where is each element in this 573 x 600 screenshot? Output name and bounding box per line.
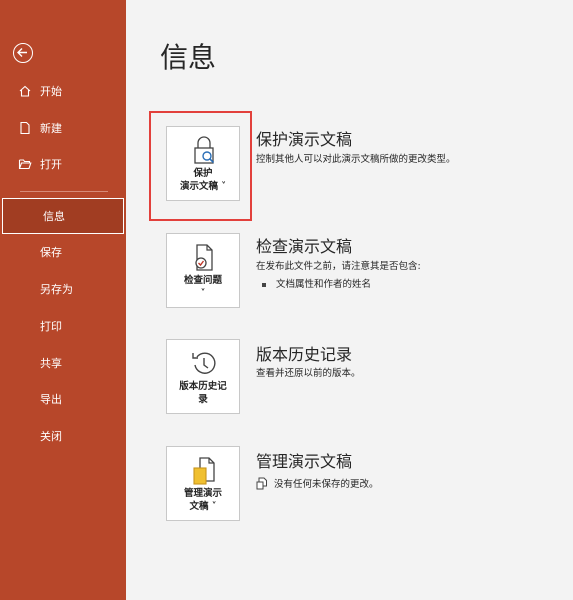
card-label-line1: 检查问题 [183, 275, 222, 286]
new-file-icon [18, 121, 32, 135]
sidebar-item-label: 保存 [40, 246, 62, 259]
manage-doc-icon [189, 455, 219, 487]
card-label-line1: 管理演示 [183, 488, 222, 499]
history-icon [189, 348, 219, 380]
sidebar-item-open[interactable]: 打开 [0, 146, 126, 182]
sidebar-item-export[interactable]: 导出 [0, 381, 126, 417]
sidebar-item-label: 另存为 [40, 283, 73, 296]
sidebar-item-share[interactable]: 共享 [0, 345, 126, 381]
bullet-dot [262, 282, 266, 287]
section-desc: 查看并还原以前的版本。 [256, 368, 361, 379]
open-folder-icon [18, 157, 32, 171]
back-arrow-icon[interactable] [13, 43, 33, 63]
section-desc: 在发布此文件之前，请注意其是否包含: [256, 261, 421, 272]
check-issues-button[interactable]: 检查问题 ˅ [166, 233, 240, 308]
card-label-line2: 文稿 ˅ [189, 501, 217, 512]
card-label-line2: ˅ [200, 288, 206, 299]
section-desc-text: 没有任何未保存的更改。 [274, 479, 379, 490]
card-label-line2: 录 [198, 394, 208, 405]
sidebar-item-label: 打开 [40, 158, 62, 171]
sidebar-item-save[interactable]: 保存 [0, 234, 126, 270]
protect-presentation-button[interactable]: 保护 演示文稿 ˅ [166, 126, 240, 201]
lock-search-icon [189, 135, 219, 167]
section-title: 检查演示文稿 [256, 237, 353, 256]
page-title: 信息 [160, 41, 217, 74]
sidebar-item-info[interactable]: 信息 [2, 198, 124, 234]
sidebar-item-new[interactable]: 新建 [0, 110, 126, 146]
version-history-button[interactable]: 版本历史记 录 [166, 339, 240, 414]
card-label-line1: 版本历史记 [179, 381, 227, 392]
bullet-text: 文档属性和作者的姓名 [276, 279, 372, 290]
sidebar-item-close[interactable]: 关闭 [0, 418, 126, 454]
sidebar-item-label: 新建 [40, 122, 62, 135]
section-desc: 控制其他人可以对此演示文稿所做的更改类型。 [256, 154, 456, 165]
sidebar-item-label: 信息 [43, 210, 65, 223]
sidebar-item-label: 打印 [40, 320, 62, 333]
sidebar-item-home[interactable]: 开始 [0, 73, 126, 109]
backstage-sidebar: 开始 新建 打开 信息 保存 另存为 打印 共享 导出 关闭 [0, 0, 126, 600]
sidebar-item-print[interactable]: 打印 [0, 308, 126, 344]
sidebar-divider [20, 191, 108, 192]
bullet-item: 文档属性和作者的姓名 [262, 276, 371, 290]
home-icon [18, 84, 32, 98]
check-doc-icon [189, 242, 219, 274]
unsaved-doc-icon [256, 477, 268, 493]
sidebar-item-label: 关闭 [40, 430, 62, 443]
manage-presentation-button[interactable]: 管理演示 文稿 ˅ [166, 446, 240, 521]
section-title: 管理演示文稿 [256, 452, 353, 471]
sidebar-item-save-as[interactable]: 另存为 [0, 271, 126, 307]
sidebar-item-label: 导出 [40, 393, 62, 406]
sidebar-item-label: 开始 [40, 85, 62, 98]
section-desc: 没有任何未保存的更改。 [256, 476, 379, 493]
card-label-line1: 保护 [193, 168, 213, 179]
section-title: 版本历史记录 [256, 345, 353, 364]
card-label-line2: 演示文稿 ˅ [179, 181, 227, 192]
section-title: 保护演示文稿 [256, 130, 353, 149]
sidebar-item-label: 共享 [40, 357, 62, 370]
